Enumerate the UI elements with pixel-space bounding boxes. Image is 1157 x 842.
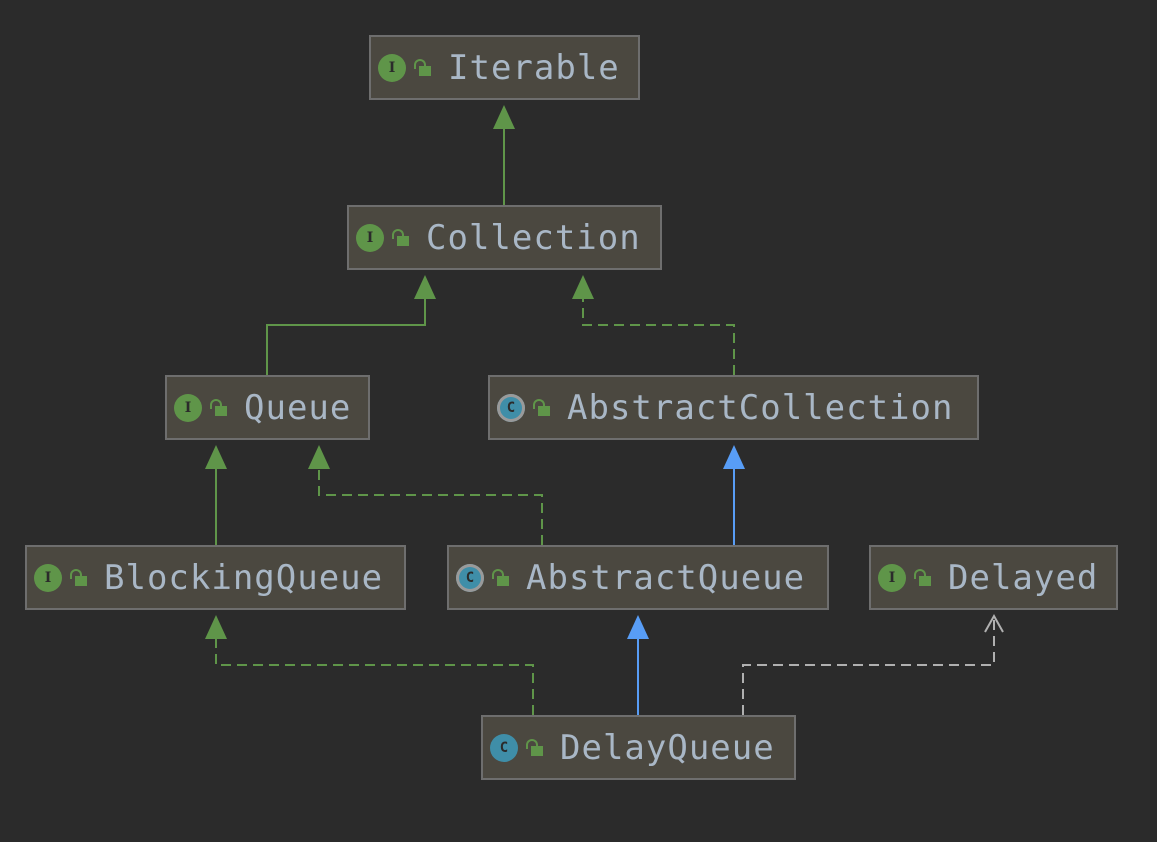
unlock-icon — [68, 567, 90, 589]
edge-blockingqueue-queue — [205, 445, 227, 545]
node-label: AbstractCollection — [567, 387, 954, 428]
unlock-icon — [524, 737, 546, 759]
edge-abstractqueue-queue — [308, 445, 543, 545]
unlock-icon — [412, 57, 434, 79]
node-label: AbstractQueue — [526, 557, 806, 598]
node-queue[interactable]: I Queue — [165, 375, 370, 440]
node-label: BlockingQueue — [104, 557, 384, 598]
edge-abstractcollection-collection — [572, 275, 735, 375]
node-label: Delayed — [948, 557, 1099, 598]
edge-delayqueue-abstractqueue — [627, 615, 649, 715]
interface-icon: I — [356, 223, 384, 252]
abstract-class-icon: C — [456, 563, 484, 592]
interface-icon: I — [878, 563, 906, 592]
node-blocking-queue[interactable]: I BlockingQueue — [25, 545, 406, 610]
unlock-icon — [390, 227, 412, 249]
node-label: DelayQueue — [560, 727, 775, 768]
node-collection[interactable]: I Collection — [347, 205, 662, 270]
unlock-icon — [531, 397, 553, 419]
edge-delayqueue-delayed — [742, 613, 1004, 715]
interface-icon: I — [174, 393, 202, 422]
node-label: Queue — [244, 387, 352, 428]
class-icon: C — [490, 733, 518, 762]
edge-collection-iterable — [493, 105, 515, 205]
node-abstract-collection[interactable]: C AbstractCollection — [488, 375, 979, 440]
unlock-icon — [912, 567, 934, 589]
node-label: Iterable — [448, 47, 620, 88]
node-delayed[interactable]: I Delayed — [869, 545, 1118, 610]
unlock-icon — [490, 567, 512, 589]
interface-icon: I — [378, 53, 406, 82]
node-delay-queue[interactable]: C DelayQueue — [481, 715, 796, 780]
node-iterable[interactable]: I Iterable — [369, 35, 640, 100]
abstract-class-icon: C — [497, 393, 525, 422]
unlock-icon — [208, 397, 230, 419]
node-abstract-queue[interactable]: C AbstractQueue — [447, 545, 829, 610]
edge-abstractqueue-abstractcollection — [723, 445, 745, 545]
edge-delayqueue-blockingqueue — [205, 615, 534, 715]
edge-queue-collection — [266, 275, 436, 375]
node-label: Collection — [426, 217, 641, 258]
interface-icon: I — [34, 563, 62, 592]
